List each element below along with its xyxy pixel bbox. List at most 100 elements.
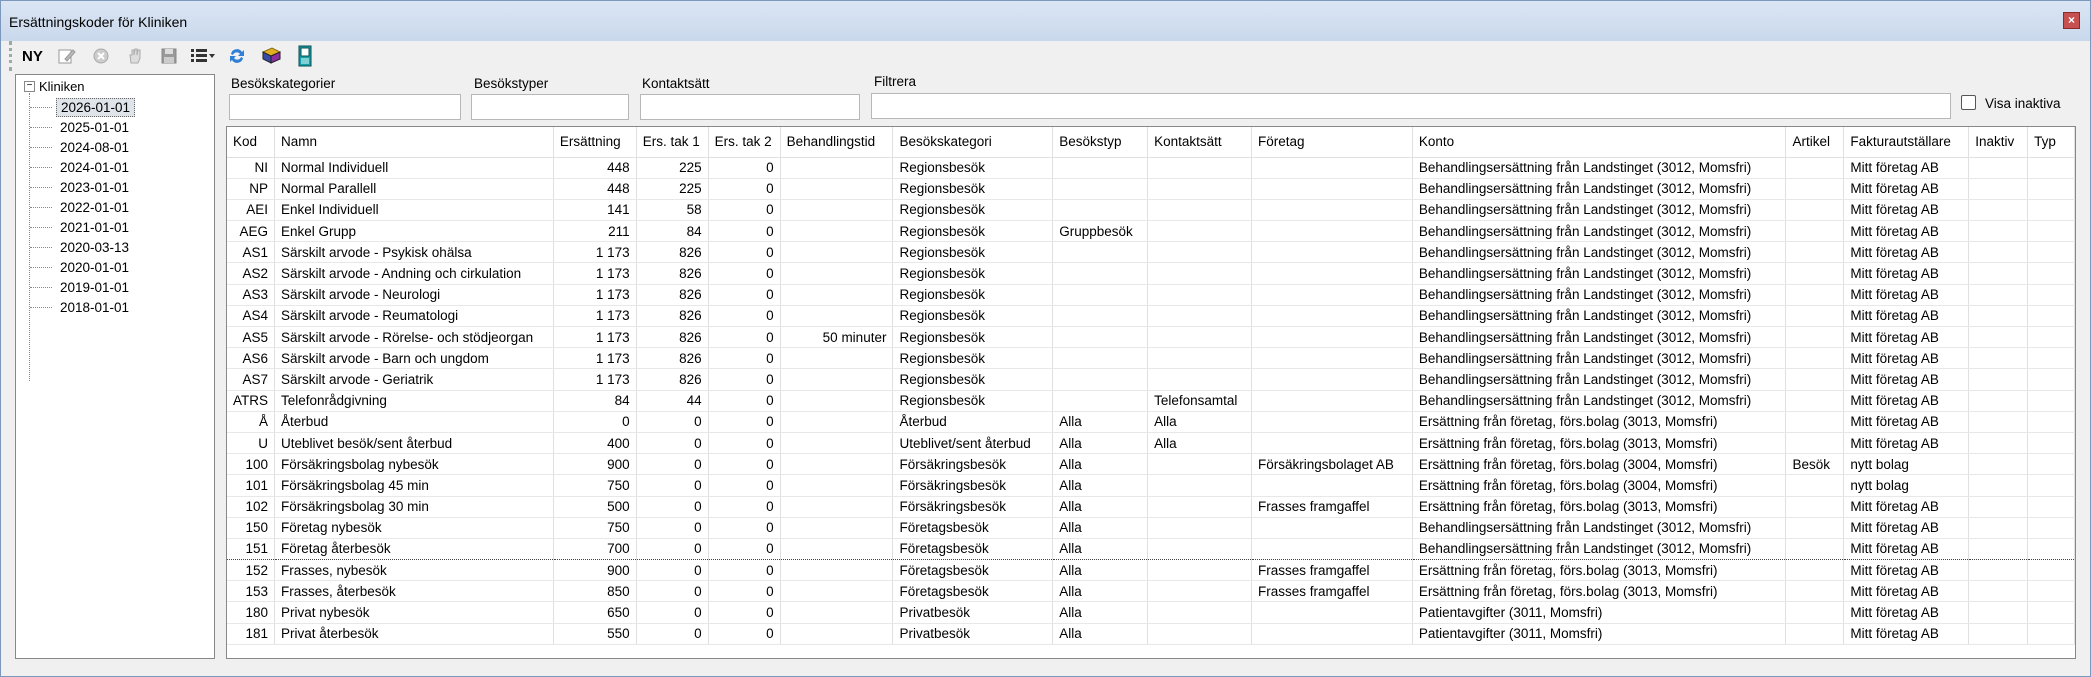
filter-input[interactable] — [871, 93, 1951, 119]
table-cell: Mitt företag AB — [1843, 559, 1970, 582]
table-row[interactable]: AS2 Särskilt arvode - Andning och cirkula… — [227, 262, 2075, 285]
table-row[interactable]: NP Normal Parallell 448 225 0 Regionsbesök Beh… — [227, 178, 2075, 200]
table-row[interactable]: ATRS Telefonrådgivning 84 44 0 Regionsbesök Te… — [227, 390, 2075, 412]
table-row[interactable]: AS4 Särskilt arvode - Reumatologi 1 173 826… — [227, 305, 2075, 328]
table-cell: 0 — [553, 411, 637, 433]
table-cell: Regionsbesök — [892, 305, 1054, 328]
table-row[interactable]: AS7 Särskilt arvode - Geriatrik 1 173 826 0 R… — [227, 368, 2075, 391]
table-row[interactable]: 181 Privat återbesök 550 0 0 Privatbesök Alla P… — [227, 623, 2075, 645]
table-cell: Frasses, återbesök — [274, 580, 554, 603]
tree-item[interactable]: 2022-01-01 — [30, 197, 133, 217]
table-cell: Regionsbesök — [892, 199, 1054, 222]
table-row[interactable]: 101 Försäkringsbolag 45 min 750 0 0 Försäkrin… — [227, 474, 2075, 497]
column-header[interactable]: Ers. tak 1 — [636, 127, 709, 158]
table-row[interactable]: 152 Frasses, nybesök 900 0 0 Företagsbesök All… — [227, 559, 2075, 582]
tree-item[interactable]: 2026-01-01 — [30, 97, 136, 117]
table-cell: 0 — [636, 623, 709, 645]
table-row[interactable]: AS3 Särskilt arvode - Neurologi 1 173 826 0 R… — [227, 284, 2075, 306]
table-cell: Behandlingsersättning från Landstinget (… — [1412, 178, 1787, 200]
table-cell: 0 — [708, 411, 781, 433]
table-cell — [1785, 241, 1845, 264]
door-icon[interactable] — [291, 45, 319, 67]
tree-item[interactable]: 2024-08-01 — [30, 137, 133, 157]
table-cell — [2027, 347, 2075, 370]
table-row[interactable]: 151 Företag återbesök 700 0 0 Företagsbesök Al… — [227, 537, 2075, 561]
table-cell — [1147, 623, 1253, 645]
tree-connector — [30, 286, 52, 288]
table-row[interactable]: 100 Försäkringsbolag nybesök 900 0 0 Försäkri… — [227, 453, 2075, 476]
column-header[interactable]: Besökskategori — [892, 127, 1054, 158]
tree-item[interactable]: 2018-01-01 — [30, 297, 133, 317]
tree-root[interactable]: − Kliniken — [24, 79, 85, 94]
table-cell — [1251, 262, 1413, 285]
new-button[interactable]: NY — [18, 43, 47, 69]
column-header[interactable]: Besökstyp — [1052, 127, 1149, 158]
kontaktsatt-input[interactable] — [640, 94, 860, 120]
table-row[interactable]: 180 Privat nybesök 650 0 0 Privatbesök Alla Pat… — [227, 601, 2075, 624]
refresh-icon[interactable] — [223, 46, 251, 66]
table-cell: Å — [227, 411, 276, 433]
table-cell: 826 — [636, 262, 709, 285]
delete-icon[interactable] — [87, 46, 115, 66]
save-icon[interactable] — [155, 46, 183, 66]
table-cell — [1785, 347, 1845, 370]
tree-item[interactable]: 2021-01-01 — [30, 217, 133, 237]
table-cell — [1785, 580, 1845, 603]
table-row[interactable]: 150 Företag nybesök 750 0 0 Företagsbesök Alla… — [227, 517, 2075, 539]
column-header[interactable]: Ers. tak 2 — [708, 127, 781, 158]
table-cell — [1251, 432, 1413, 455]
table-cell: 0 — [636, 496, 709, 518]
table-cell: 0 — [708, 262, 781, 285]
tree-item[interactable]: 2020-03-13 — [30, 237, 133, 257]
table-row[interactable]: AS6 Särskilt arvode - Barn och ungdom 1 17… — [227, 347, 2075, 370]
besokstyper-input[interactable] — [471, 94, 629, 120]
close-button[interactable]: × — [2063, 12, 2080, 29]
column-header[interactable]: Behandlingstid — [780, 127, 894, 158]
table-row[interactable]: AEI Enkel Individuell 141 58 0 Regionsbesök Be… — [227, 199, 2075, 222]
table-cell: 0 — [708, 305, 781, 328]
column-header[interactable]: Fakturautställare — [1843, 127, 1970, 158]
column-header[interactable]: Artikel — [1785, 127, 1845, 158]
table-row[interactable]: AS1 Särskilt arvode - Psykisk ohälsa 1 173… — [227, 241, 2075, 264]
collapse-toggle[interactable]: − — [24, 81, 35, 92]
edit-icon[interactable] — [53, 46, 81, 66]
table-row[interactable]: 102 Försäkringsbolag 30 min 500 0 0 Försäkrin… — [227, 496, 2075, 518]
besokskategorier-input[interactable] — [229, 94, 461, 120]
table-cell: Mitt företag AB — [1843, 411, 1970, 433]
table-row[interactable]: NI Normal Individuell 448 225 0 Regionsbesök B… — [227, 157, 2075, 179]
table-cell: Särskilt arvode - Rörelse- och stödjeorg… — [274, 326, 554, 349]
tree-item-label: 2020-01-01 — [60, 259, 130, 275]
table-cell: 102 — [227, 496, 276, 518]
table-cell — [1785, 601, 1845, 624]
visa-inaktiva-checkbox[interactable] — [1961, 95, 1976, 110]
table-row[interactable]: Å Återbud 0 0 0 Återbud Alla Alla Ersättning frå… — [227, 411, 2075, 433]
column-header[interactable]: Ersättning — [553, 127, 637, 158]
column-header[interactable]: Företag — [1251, 127, 1413, 158]
tree-item[interactable]: 2025-01-01 — [30, 117, 133, 137]
column-header[interactable]: Kod — [227, 127, 276, 158]
column-header[interactable]: Typ — [2027, 127, 2075, 158]
tree-item[interactable]: 2019-01-01 — [30, 277, 133, 297]
table-cell: Regionsbesök — [892, 326, 1054, 349]
tree-item[interactable]: 2024-01-01 — [30, 157, 133, 177]
table-row[interactable]: AEG Enkel Grupp 211 84 0 Regionsbesök Gruppbes… — [227, 220, 2075, 243]
tree-item[interactable]: 2023-01-01 — [30, 177, 133, 197]
column-header[interactable]: Konto — [1412, 127, 1787, 158]
column-header[interactable]: Inaktiv — [1968, 127, 2029, 158]
table-row[interactable]: 153 Frasses, återbesök 850 0 0 Företagsbesök A… — [227, 580, 2075, 603]
column-header[interactable]: Kontaktsätt — [1147, 127, 1253, 158]
table-cell: 500 — [553, 496, 637, 518]
hand-icon[interactable] — [121, 46, 149, 66]
table-cell: 0 — [708, 220, 781, 243]
table-row[interactable]: AS5 Särskilt arvode - Rörelse- och stödje… — [227, 326, 2075, 349]
table-cell: Behandlingsersättning från Landstinget (… — [1412, 305, 1787, 328]
column-header[interactable]: Namn — [274, 127, 554, 158]
list-view-icon[interactable] — [189, 46, 217, 66]
table-row[interactable]: U Uteblivet besök/sent återbud 400 0 0 Utebli… — [227, 432, 2075, 455]
tree-item[interactable]: 2020-01-01 — [30, 257, 133, 277]
table-cell: Patientavgifter (3011, Momsfri) — [1412, 601, 1787, 624]
table-cell: Gruppbesök — [1052, 220, 1149, 243]
table-cell — [1147, 178, 1253, 200]
table-cell: Alla — [1147, 411, 1253, 433]
book-icon[interactable] — [257, 46, 285, 66]
